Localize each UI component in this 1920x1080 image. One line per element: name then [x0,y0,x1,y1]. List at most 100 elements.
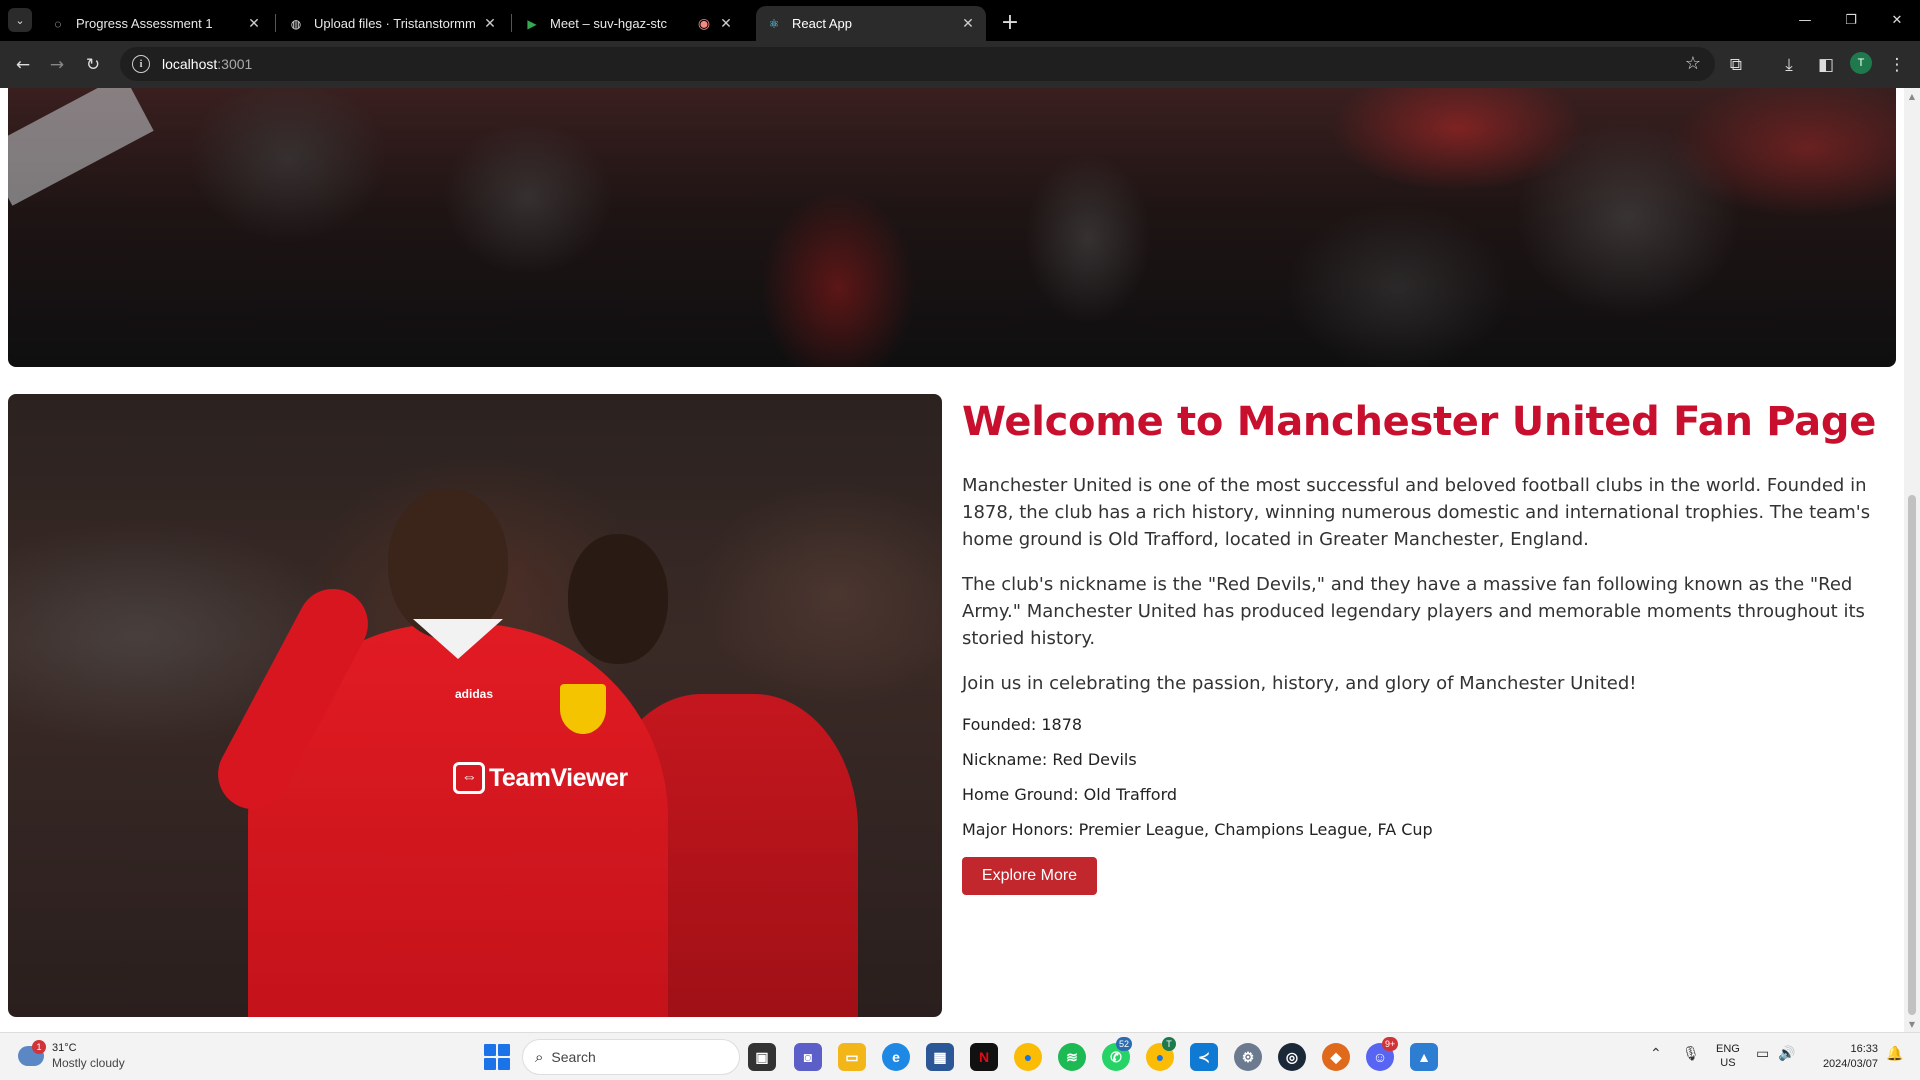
club-crest-icon [560,684,606,734]
tab-title: Progress Assessment 1 [76,16,213,31]
weather-condition: Mostly cloudy [52,1056,125,1070]
file-explorer-icon[interactable]: ▭ [838,1043,866,1071]
microsoft-store-icon[interactable]: ▦ [926,1043,954,1071]
restore-button[interactable]: ❐ [1828,8,1874,32]
fact-nickname: Nickname: Red Devils [962,750,1137,769]
tab-title: Meet – suv-hgaz-stc [550,16,668,31]
scrollbar-thumb[interactable] [1908,495,1916,1015]
start-button[interactable] [484,1044,510,1070]
url-port: :3001 [217,56,253,72]
cloud-icon: 1 [18,1040,46,1066]
intro-paragraph-3: Join us in celebrating the passion, hist… [962,673,1637,694]
close-icon[interactable]: ✕ [960,15,976,32]
fact-founded: Founded: 1878 [962,715,1083,734]
teams-chat-icon[interactable]: ◙ [794,1043,822,1071]
page-viewport: adidas ⇔ TeamViewer Welcome to Mancheste… [0,88,1904,1032]
image-sponsor-text: TeamViewer [489,763,628,792]
browser-toolbar: ← → ↻ i localhost:3001 ☆ ⧉ ⤓ ◧ ⋮ [0,41,1920,88]
recording-icon: ◉ [697,15,711,31]
microphone-icon[interactable]: 🎙 [1682,1045,1700,1062]
address-bar[interactable]: i localhost:3001 ☆ [120,47,1715,81]
image-player-back-head [568,534,668,664]
download-icon[interactable]: ⤓ [1776,52,1802,78]
fact-home-ground: Home Ground: Old Trafford [962,785,1178,804]
netflix-icon[interactable]: N [970,1043,998,1071]
steam-icon[interactable]: ◎ [1278,1043,1306,1071]
browser-tab-strip: ⌄ ◌ Progress Assessment 1 ✕ ◍ Upload fil… [0,0,1920,41]
reload-button[interactable]: ↻ [80,52,106,78]
intro-paragraph-1: Manchester United is one of the most suc… [962,475,1871,550]
tab-separator [511,14,512,32]
tab-search-button[interactable]: ⌄ [8,8,32,32]
profile-avatar[interactable]: T [1850,52,1872,74]
intro-paragraph-2: The club's nickname is the "Red Devils,"… [962,574,1865,649]
scroll-down-arrow-icon[interactable]: ▼ [1904,1016,1920,1032]
close-icon[interactable]: ✕ [246,15,262,32]
volume-icon[interactable]: 🔊 [1778,1045,1795,1062]
menu-dots-icon[interactable]: ⋮ [1884,52,1910,78]
game-launcher-icon[interactable]: ◆ [1322,1043,1350,1071]
photos-icon[interactable]: ▲ [1410,1043,1438,1071]
new-tab-button[interactable]: + [996,8,1024,36]
url-host: localhost [162,56,218,72]
image-player-front-head [388,489,508,639]
minimize-button[interactable]: — [1782,8,1828,32]
player-celebration-image: adidas ⇔ TeamViewer [8,394,942,1017]
language-code: ENG [1716,1043,1740,1055]
weather-badge: 1 [32,1040,46,1054]
taskbar-search-label: Search [551,1049,596,1065]
bookmark-star-icon[interactable]: ☆ [1685,53,1701,74]
scroll-up-arrow-icon[interactable]: ▲ [1904,88,1920,104]
tab-separator [275,14,276,32]
explore-more-button[interactable]: Explore More [962,857,1097,895]
tab-title: React App [792,16,852,31]
page-scrollbar[interactable]: ▲ ▼ [1904,88,1920,1032]
extensions-icon[interactable]: ⧉ [1723,52,1749,78]
page-title: Welcome to Manchester United Fan Page [962,399,1877,445]
image-brand-text: adidas [455,687,494,701]
system-clock[interactable]: 16:33 2024/03/07 [1808,1042,1878,1072]
task-view-icon[interactable]: ▣ [748,1043,776,1071]
tray-overflow-chevron-icon[interactable]: ⌃ [1650,1045,1662,1062]
search-icon: ⌕ [535,1048,544,1066]
tab-title: Upload files · Tristanstormmm/I [314,16,476,31]
weather-temperature: 31°C [52,1042,77,1054]
vscode-icon[interactable]: ≺ [1190,1043,1218,1071]
club-facts-list: Founded: 1878 Nickname: Red Devils Home … [962,715,1892,840]
intro-content: Welcome to Manchester United Fan Page Ma… [962,394,1892,895]
react-icon: ⚛ [768,16,780,31]
chrome-profile-badge: T [1162,1037,1176,1051]
notification-bell-icon[interactable]: 🔔 [1886,1045,1903,1062]
hero-crowd-image [8,88,1896,367]
back-button[interactable]: ← [10,52,36,78]
fact-major-honors: Major Honors: Premier League, Champions … [962,820,1433,839]
clock-date: 2024/03/07 [1822,1058,1878,1070]
chrome-icon[interactable]: ● [1014,1043,1042,1071]
close-icon[interactable]: ✕ [482,15,498,32]
taskbar-search[interactable]: ⌕ Search [522,1039,740,1075]
whatsapp-badge: 52 [1116,1037,1133,1051]
side-panel-icon[interactable]: ◧ [1813,52,1839,78]
windows-taskbar: 1 31°C Mostly cloudy ⌕ Search ▣ ◙ ▭ e ▦ … [0,1032,1920,1080]
edge-icon[interactable]: e [882,1043,910,1071]
tab-upload-files[interactable]: ◍ Upload files · Tristanstormmm/I ✕ [278,6,508,41]
teamviewer-logo-icon: ⇔ [453,762,485,794]
image-sponsor: ⇔ TeamViewer [453,762,628,794]
tab-react-app[interactable]: ⚛ React App ✕ [756,6,986,41]
discord-badge: 9+ [1382,1037,1399,1051]
clock-time: 16:33 [1850,1043,1878,1055]
forward-button[interactable]: → [44,52,70,78]
tab-progress-assessment[interactable]: ◌ Progress Assessment 1 ✕ [40,6,272,41]
weather-widget[interactable]: 1 31°C Mostly cloudy [18,1040,125,1071]
spotify-icon[interactable]: ≋ [1058,1043,1086,1071]
loading-icon: ◌ [54,16,62,31]
network-icon[interactable]: ▭ [1756,1045,1769,1062]
meet-icon: ▶ [527,16,537,31]
tab-meet[interactable]: ▶ Meet – suv-hgaz-stc ◉ ✕ [514,6,744,41]
settings-gear-icon[interactable]: ⚙ [1234,1043,1262,1071]
url-text[interactable]: localhost:3001 [162,56,252,72]
input-language[interactable]: ENG US [1716,1042,1740,1070]
close-icon[interactable]: ✕ [718,15,734,32]
window-close-button[interactable]: ✕ [1874,8,1920,32]
site-info-icon[interactable]: i [132,55,150,73]
